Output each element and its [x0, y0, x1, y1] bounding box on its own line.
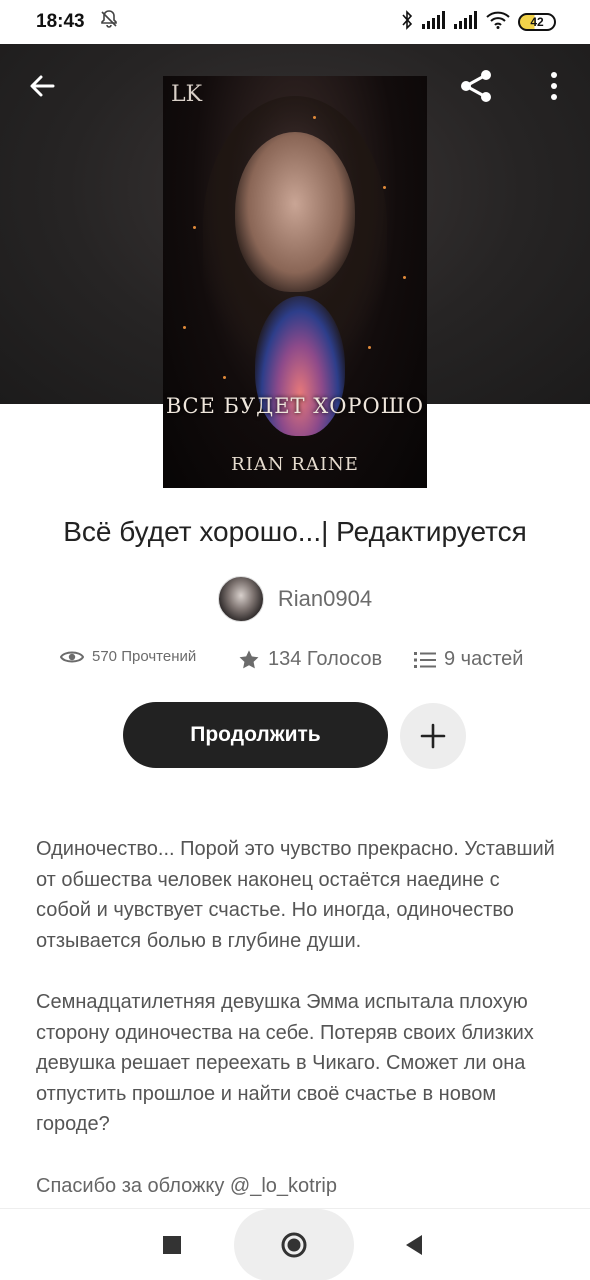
home-button[interactable]	[234, 1209, 354, 1280]
votes-count: 134 Голосов	[268, 648, 383, 670]
system-back-button[interactable]	[392, 1223, 436, 1267]
signal-icon	[422, 10, 446, 34]
author-avatar[interactable]	[217, 576, 264, 622]
home-circle-icon	[281, 1232, 307, 1258]
description-paragraph: Спасибо за обложку @_lo_kotrip	[36, 1174, 337, 1197]
description-paragraph: Одиночество... Порой это чувство прекрас…	[36, 838, 555, 952]
signal-icon	[454, 10, 478, 34]
bluetooth-icon	[400, 9, 414, 35]
continue-reading-button[interactable]: Продолжить	[123, 702, 388, 768]
story-stats: 570 Прочтений 134 Голосов 9 частей	[0, 648, 590, 682]
more-vertical-icon	[551, 72, 557, 100]
story-description: Одиночество... Порой это чувство прекрас…	[36, 834, 560, 1232]
status-bar: 18:43 42	[0, 0, 590, 44]
battery-icon: 42	[518, 13, 556, 31]
votes-stat: 134 Голосов	[238, 648, 382, 671]
author-name[interactable]: Rian0904	[278, 586, 372, 612]
reads-stat: 570 Прочтений	[60, 648, 196, 665]
story-title: Всё будет хорошо...| Редактируется	[63, 516, 527, 547]
author-row[interactable]: Rian0904	[0, 576, 590, 622]
cover-author-art: RIAN RAINE	[231, 454, 359, 475]
back-triangle-icon	[406, 1235, 422, 1255]
reads-count: 570 Прочтений	[92, 648, 197, 665]
cover-title-art: ВСЕ БУДЕТ ХОРОШО	[166, 394, 424, 418]
system-navigation-bar	[0, 1208, 590, 1280]
add-to-library-button[interactable]	[400, 703, 466, 769]
wifi-icon	[486, 11, 510, 34]
cover-monogram: LK	[171, 82, 203, 107]
back-button[interactable]	[18, 62, 66, 110]
status-time: 18:43	[36, 11, 85, 32]
share-button[interactable]	[452, 62, 500, 110]
mute-bell-icon	[99, 9, 119, 35]
parts-stat[interactable]: 9 частей	[414, 648, 523, 671]
description-paragraph: Семнадцатилетняя девушка Эмма испытала п…	[36, 991, 534, 1135]
parts-count[interactable]: 9 частей	[444, 648, 523, 671]
star-icon	[239, 649, 259, 668]
square-icon	[163, 1236, 181, 1254]
story-actions: Продолжить	[0, 702, 590, 769]
arrow-left-icon	[30, 75, 55, 97]
plus-icon	[420, 723, 446, 749]
share-icon	[461, 70, 491, 102]
more-options-button[interactable]	[530, 62, 578, 110]
book-cover[interactable]: LK ВСЕ БУДЕТ ХОРОШО RIAN RAINE	[163, 76, 427, 488]
list-icon	[414, 651, 436, 668]
recents-button[interactable]	[150, 1223, 194, 1267]
eye-icon	[60, 651, 84, 662]
